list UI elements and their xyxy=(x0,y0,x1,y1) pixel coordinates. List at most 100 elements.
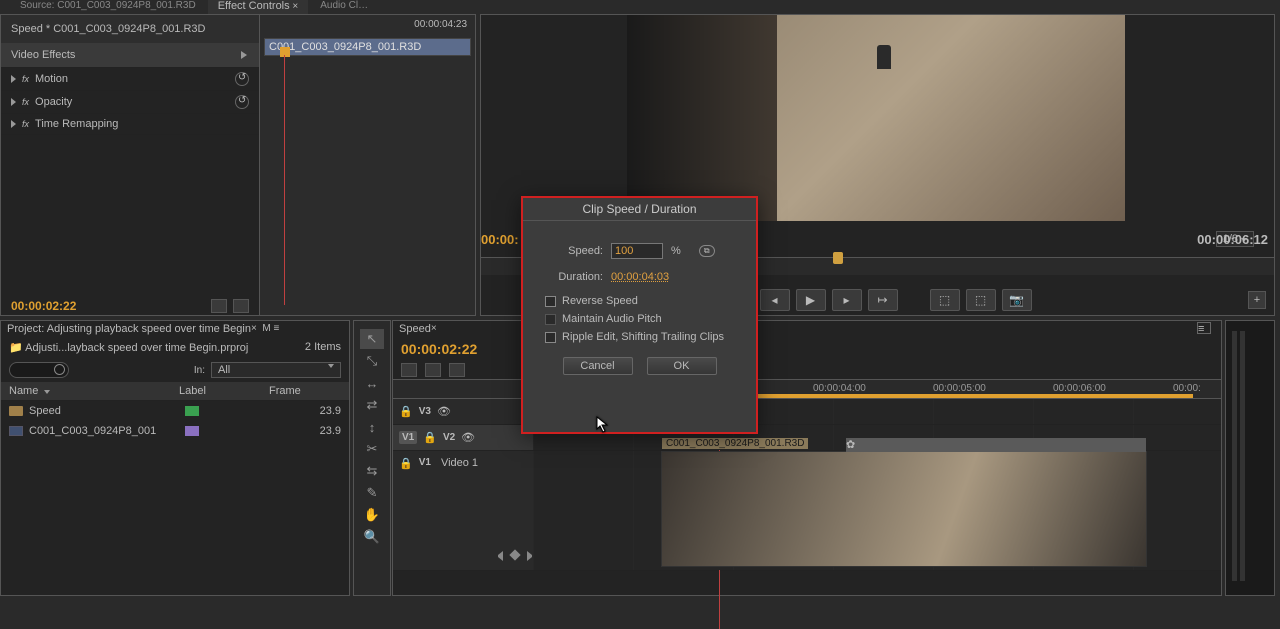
track-v3: 🔒V3👁 xyxy=(393,399,1221,425)
lift-button[interactable]: ⬚ xyxy=(930,289,960,311)
panel-menu-icon[interactable]: ≡ xyxy=(1197,322,1211,334)
rolling-tool[interactable]: ⇄ xyxy=(360,395,384,415)
step-fwd-button[interactable]: ▸ xyxy=(832,289,862,311)
reverse-speed-checkbox[interactable]: Reverse Speed xyxy=(545,295,742,307)
timeline-header: 00:00:02:22 ≡ xyxy=(393,337,1221,361)
col-frame[interactable]: Frame xyxy=(269,385,301,397)
ok-button[interactable]: OK xyxy=(647,357,717,375)
reset-icon[interactable] xyxy=(235,95,249,109)
col-label[interactable]: Label xyxy=(179,385,269,397)
ripple-tool[interactable]: ↔ xyxy=(360,373,384,393)
collapse-icon xyxy=(241,51,249,59)
search-input[interactable] xyxy=(9,362,69,378)
checkbox-label: Reverse Speed xyxy=(562,295,638,307)
timeline-ruler[interactable]: 00:00:04:00 00:00:05:00 00:00:06:00 00:0… xyxy=(393,379,1221,399)
duration-value[interactable]: 00:00:04:03 xyxy=(611,271,669,283)
track-select-tool[interactable]: ⤡ xyxy=(360,351,384,371)
top-tab-bar: Source: C001_C003_0924P8_001.R3D Effect … xyxy=(0,0,1280,14)
disclosure-icon xyxy=(11,75,16,83)
effect-motion[interactable]: fx Motion xyxy=(1,68,259,91)
effect-label: Motion xyxy=(35,73,68,85)
col-name[interactable]: Name xyxy=(9,385,179,397)
meter-left xyxy=(1232,331,1237,581)
tab-effect-controls[interactable]: Effect Controls × xyxy=(208,0,309,14)
label-swatch xyxy=(185,426,199,436)
effect-opacity[interactable]: fx Opacity xyxy=(1,91,259,114)
list-item[interactable]: C001_C003_0924P8_001 23.9 xyxy=(1,421,349,441)
checkbox-icon xyxy=(545,314,556,325)
add-button[interactable]: + xyxy=(1248,291,1266,309)
rate-stretch-tool[interactable]: ↕ xyxy=(360,417,384,437)
step-back-button[interactable]: ◂ xyxy=(760,289,790,311)
track-label[interactable]: V1 xyxy=(419,457,431,468)
reset-icon[interactable] xyxy=(235,72,249,86)
program-tc[interactable]: 00:00:06:12 xyxy=(1197,232,1268,247)
track-label[interactable]: V2 xyxy=(443,432,455,443)
track-target[interactable]: V1 xyxy=(399,431,417,444)
extract-button[interactable]: ⬚ xyxy=(966,289,996,311)
project-info: 📁 Adjusti...layback speed over time Begi… xyxy=(1,337,349,358)
timeline-tab[interactable]: Speed × xyxy=(393,321,1221,337)
link-icon[interactable]: ⧉ xyxy=(699,245,715,257)
disclosure-icon xyxy=(11,120,16,128)
speed-input[interactable] xyxy=(611,243,663,259)
playhead-indicator[interactable] xyxy=(280,47,290,57)
tab-source[interactable]: Source: C001_C003_0924P8_001.R3D xyxy=(10,0,206,14)
ripple-edit-checkbox[interactable]: Ripple Edit, Shifting Trailing Clips xyxy=(545,331,742,343)
speed-label: Speed: xyxy=(537,245,603,257)
program-marker[interactable] xyxy=(833,252,843,264)
ec-clip-block[interactable]: C001_C003_0924P8_001.R3D xyxy=(264,38,471,56)
fx-icon: fx xyxy=(22,74,29,84)
clip-fx-bar: ✿ xyxy=(846,438,1146,452)
next-keyframe-icon[interactable] xyxy=(527,551,537,561)
ruler-tick: 00:00: xyxy=(1173,383,1201,394)
item-frame: 23.9 xyxy=(320,425,341,437)
program-tc-left[interactable]: 00:00: xyxy=(481,232,519,247)
camera-button[interactable]: 📷 xyxy=(1002,289,1032,311)
razor-tool[interactable]: ✂ xyxy=(360,439,384,459)
slip-tool[interactable]: ⇆ xyxy=(360,461,384,481)
track-label[interactable]: V3 xyxy=(419,406,431,417)
link-icon[interactable] xyxy=(425,363,441,377)
add-keyframe-icon[interactable] xyxy=(509,549,520,560)
prev-keyframe-icon[interactable] xyxy=(493,551,503,561)
video-display[interactable] xyxy=(627,15,1125,221)
list-item[interactable]: Speed 23.9 xyxy=(1,401,349,421)
in-label: In: xyxy=(194,365,205,376)
ec-footer: 00:00:02:22 xyxy=(1,297,259,315)
loop-icon[interactable] xyxy=(211,299,227,313)
tab-label: Project: Adjusting playback speed over t… xyxy=(7,323,251,335)
go-to-out-button[interactable]: ↦ xyxy=(868,289,898,311)
effect-time-remapping[interactable]: fx Time Remapping xyxy=(1,114,259,135)
item-frame: 23.9 xyxy=(320,405,341,417)
cancel-button[interactable]: Cancel xyxy=(563,357,633,375)
zoom-tool[interactable]: 🔍 xyxy=(360,527,384,547)
playhead-line xyxy=(284,55,285,305)
duration-label: Duration: xyxy=(537,271,603,283)
marker-icon[interactable] xyxy=(449,363,465,377)
filter-dropdown[interactable]: All xyxy=(211,362,341,378)
ruler-tick: 00:00:06:00 xyxy=(1053,383,1106,394)
pen-tool[interactable]: ✎ xyxy=(360,483,384,503)
tab-audio[interactable]: Audio Cl… xyxy=(310,0,378,14)
project-filename: Adjusti...layback speed over time Begin.… xyxy=(25,342,248,354)
tracks-container: 🔒V3👁 V1 🔒V2👁 🔒V1 Video 1 C001_C003_0924P… xyxy=(393,399,1221,571)
hand-tool[interactable]: ✋ xyxy=(360,505,384,525)
project-tab[interactable]: Project: Adjusting playback speed over t… xyxy=(1,321,349,337)
percent-label: % xyxy=(671,245,681,257)
video-effects-header[interactable]: Video Effects xyxy=(1,43,259,68)
timeline-clip[interactable]: C001_C003_0924P8_001.R3D ✿ xyxy=(661,451,1147,567)
meter-right xyxy=(1240,331,1245,581)
timeline-timecode[interactable]: 00:00:02:22 xyxy=(401,341,477,357)
dialog-title: Clip Speed / Duration xyxy=(523,198,756,221)
track-body[interactable]: C001_C003_0924P8_001.R3D ✿ xyxy=(533,451,1221,570)
selection-tool[interactable]: ↖ xyxy=(360,329,384,349)
item-name: C001_C003_0924P8_001 xyxy=(29,425,179,437)
project-columns: Name Label Frame xyxy=(1,382,349,401)
snap-icon[interactable] xyxy=(401,363,417,377)
checkbox-label: Ripple Edit, Shifting Trailing Clips xyxy=(562,331,724,343)
current-timecode[interactable]: 00:00:02:22 xyxy=(11,299,76,313)
play-button[interactable]: ▶ xyxy=(796,289,826,311)
search-icon xyxy=(54,364,65,375)
export-icon[interactable] xyxy=(233,299,249,313)
